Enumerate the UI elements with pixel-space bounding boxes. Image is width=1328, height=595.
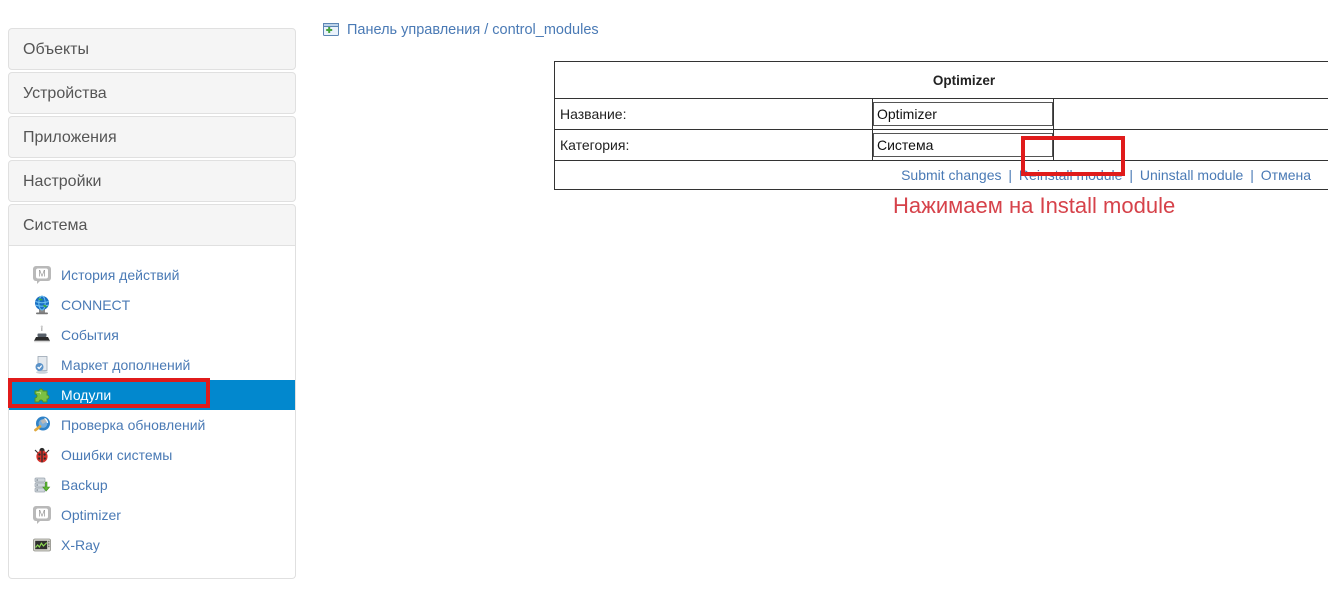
sidebar-item-label: История действий <box>61 267 180 283</box>
module-details-table: Optimizer Название: Категория: Submit ch… <box>554 61 1328 190</box>
message-m-icon: M <box>31 504 53 526</box>
action-separator: | <box>1008 167 1013 183</box>
sidebar-item-backup[interactable]: Backup <box>9 470 295 500</box>
sidebar-item-check-updates[interactable]: Проверка обновлений <box>9 410 295 440</box>
name-spacer-cell <box>1053 98 1328 130</box>
breadcrumb-root-link[interactable]: Панель управления <box>347 22 480 38</box>
table-row: Название: <box>554 98 1328 130</box>
sidebar: Объекты Устройства Приложения Настройки … <box>8 28 296 579</box>
svg-text:M: M <box>38 269 46 279</box>
sidebar-item-label: X-Ray <box>61 537 100 553</box>
sidebar-section-label: Система <box>23 217 88 234</box>
module-title-cell: Optimizer <box>554 61 1328 99</box>
module-actions-cell: Submit changes | Reinstall module | Unin… <box>554 160 1328 190</box>
module-category-input[interactable] <box>873 133 1053 157</box>
sidebar-item-addons-market[interactable]: Маркет дополнений <box>9 350 295 380</box>
name-label: Название: <box>554 98 873 130</box>
reinstall-module-link[interactable]: Reinstall module <box>1019 167 1123 183</box>
annotation-text: Нажимаем на Install module <box>893 193 1176 218</box>
sidebar-section-devices[interactable]: Устройства <box>8 72 296 114</box>
sidebar-section-objects[interactable]: Объекты <box>8 28 296 70</box>
module-name-input[interactable] <box>873 102 1053 126</box>
sidebar-item-xray[interactable]: X-Ray <box>9 530 295 560</box>
category-label: Категория: <box>554 129 873 161</box>
sidebar-section-apps[interactable]: Приложения <box>8 116 296 158</box>
sidebar-section-label: Объекты <box>23 41 89 58</box>
sidebar-section-label: Приложения <box>23 129 117 146</box>
database-down-icon <box>31 474 53 496</box>
sidebar-item-label: Backup <box>61 477 108 493</box>
sidebar-section-label: Устройства <box>23 85 107 102</box>
table-row: Категория: <box>554 129 1328 161</box>
category-value-cell <box>872 129 1054 161</box>
sidebar-item-modules[interactable]: Модули <box>9 380 295 410</box>
sidebar-item-label: Ошибки системы <box>61 447 173 463</box>
ladybug-icon <box>31 444 53 466</box>
sidebar-section-label: Настройки <box>23 173 102 190</box>
message-m-icon: M <box>31 264 53 286</box>
sidebar-item-label: Маркет дополнений <box>61 357 191 373</box>
category-spacer-cell <box>1053 129 1328 161</box>
submit-changes-link[interactable]: Submit changes <box>901 167 1001 183</box>
sidebar-item-label: Проверка обновлений <box>61 417 206 433</box>
breadcrumb: Панель управления / control_modules <box>322 21 599 39</box>
svg-text:M: M <box>38 509 46 519</box>
sidebar-item-optimizer[interactable]: M Optimizer <box>9 500 295 530</box>
sidebar-item-label: Модули <box>61 387 112 403</box>
sidebar-section-system-body: M История действий CONNECT События Марке… <box>8 246 296 579</box>
action-separator: | <box>1250 167 1254 183</box>
window-plus-icon <box>322 21 340 39</box>
app-root: Объекты Устройства Приложения Настройки … <box>0 0 1328 595</box>
uninstall-module-link[interactable]: Uninstall module <box>1140 167 1244 183</box>
sidebar-item-connect[interactable]: CONNECT <box>9 290 295 320</box>
cancel-link[interactable]: Отмена <box>1261 167 1311 183</box>
sidebar-item-label: Optimizer <box>61 507 121 523</box>
table-row-actions: Submit changes | Reinstall module | Unin… <box>554 160 1328 190</box>
monitor-chart-icon <box>31 534 53 556</box>
action-separator: | <box>1129 167 1133 183</box>
puzzle-icon <box>31 384 53 406</box>
name-value-cell <box>872 98 1054 130</box>
globe-icon <box>31 294 53 316</box>
breadcrumb-current-link[interactable]: control_modules <box>492 22 598 38</box>
sidebar-item-label: CONNECT <box>61 297 131 313</box>
market-icon <box>31 354 53 376</box>
sidebar-section-system[interactable]: Система <box>8 204 296 246</box>
breadcrumb-separator: / <box>484 22 489 38</box>
sidebar-item-label: События <box>61 327 119 343</box>
sidebar-item-action-history[interactable]: M История действий <box>9 260 295 290</box>
sidebar-section-settings[interactable]: Настройки <box>8 160 296 202</box>
sidebar-item-system-errors[interactable]: Ошибки системы <box>9 440 295 470</box>
sidebar-item-events[interactable]: События <box>9 320 295 350</box>
update-hammer-icon <box>31 414 53 436</box>
scanner-icon <box>31 324 53 346</box>
table-row-title: Optimizer <box>554 61 1328 99</box>
